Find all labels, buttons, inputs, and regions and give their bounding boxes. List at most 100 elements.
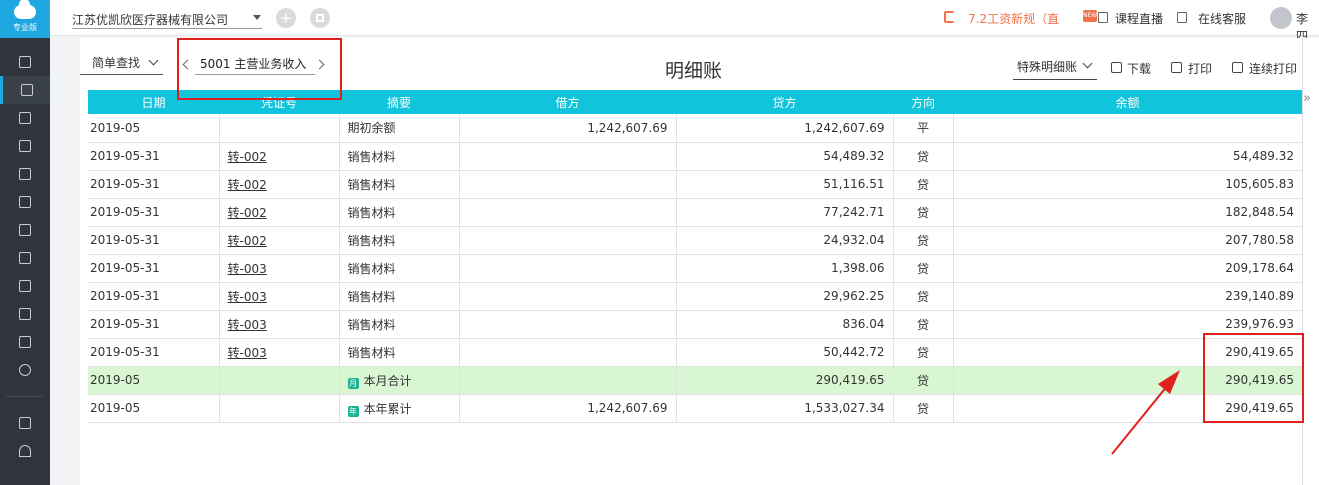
column-header-credit[interactable]: 贷方 [676, 90, 893, 114]
cell-summary: 月本月合计 [339, 366, 460, 395]
nav-export[interactable] [0, 300, 50, 328]
cell-date: 2019-05-31 [88, 226, 220, 255]
expand-chevron-icon[interactable]: » [1303, 92, 1317, 106]
table-row[interactable]: 2019-05-31 转-002 销售材料 77,242.71 贷 182,84… [88, 198, 1302, 227]
year-total-row[interactable]: 2019-05 年本年累计 1,242,607.69 1,533,027.34 … [88, 394, 1302, 423]
table-row[interactable]: 2019-05-31 转-003 销售材料 29,962.25 贷 239,14… [88, 282, 1302, 311]
company-select[interactable]: 江苏优凯欣医疗器械有限公司 [72, 11, 228, 28]
cell-date: 2019-05-31 [88, 198, 220, 227]
simple-search-button[interactable]: 简单查找 [80, 53, 163, 75]
download-icon[interactable] [1111, 62, 1122, 73]
year-tag-icon: 年 [347, 405, 359, 417]
voucher-link[interactable]: 转-003 [228, 318, 267, 332]
voucher-link[interactable]: 转-003 [228, 262, 267, 276]
nav-ledger[interactable] [0, 48, 50, 76]
report-icon [19, 112, 31, 124]
column-header-balance[interactable]: 余额 [953, 90, 1302, 114]
cell-credit: 1,533,027.34 [676, 394, 894, 423]
edition-label: 专业版 [13, 23, 37, 32]
cell-voucher [219, 114, 340, 143]
cell-date: 2019-05-31 [88, 170, 220, 199]
cell-date: 2019-05 [88, 394, 220, 423]
column-header-debit[interactable]: 借方 [459, 90, 676, 114]
cell-date: 2019-05-31 [88, 282, 220, 311]
table-row[interactable]: 2019-05-31 转-003 销售材料 1,398.06 贷 209,178… [88, 254, 1302, 283]
cloud-logo-icon [14, 0, 36, 19]
month-tag-icon: 月 [347, 377, 359, 389]
column-header-direction[interactable]: 方向 [893, 90, 953, 114]
nav-invoice[interactable] [0, 216, 50, 244]
cell-credit: 29,962.25 [676, 282, 894, 311]
nav-book[interactable] [0, 188, 50, 216]
cell-voucher: 转-002 [219, 170, 340, 199]
table-row[interactable]: 2019-05 期初余额 1,242,607.69 1,242,607.69 平 [88, 114, 1302, 143]
cell-voucher [219, 394, 340, 423]
cell-voucher: 转-003 [219, 310, 340, 339]
chevron-down-icon[interactable] [253, 15, 261, 20]
cell-debit: 1,242,607.69 [459, 394, 677, 423]
nav-voucher[interactable] [0, 76, 50, 104]
live-course-link[interactable]: 课程直播 [1115, 10, 1163, 27]
continuous-print-icon[interactable] [1232, 62, 1243, 73]
column-header-summary[interactable]: 摘要 [339, 90, 459, 114]
nav-video[interactable] [0, 409, 50, 437]
table-row[interactable]: 2019-05-31 转-003 销售材料 50,442.72 贷 290,41… [88, 338, 1302, 367]
voucher-link[interactable]: 转-002 [228, 150, 267, 164]
chevron-down-icon [148, 55, 159, 66]
table-row[interactable]: 2019-05-31 转-002 销售材料 54,489.32 贷 54,489… [88, 142, 1302, 171]
download-button[interactable]: 下载 [1127, 60, 1151, 77]
nav-speed[interactable] [0, 437, 50, 465]
online-service-link[interactable]: 在线客服 [1198, 10, 1246, 27]
nav-image[interactable] [0, 244, 50, 272]
cell-credit: 1,398.06 [676, 254, 894, 283]
cell-date: 2019-05-31 [88, 142, 220, 171]
sidebar: 专业版 [0, 0, 50, 485]
cell-direction: 贷 [893, 170, 954, 199]
speaker-icon [944, 11, 954, 23]
check-icon [19, 336, 31, 348]
month-total-row[interactable]: 2019-05 月本月合计 290,419.65 贷 290,419.65 [88, 366, 1302, 395]
cell-date: 2019-05-31 [88, 338, 220, 367]
table-row[interactable]: 2019-05-31 转-003 销售材料 836.04 贷 239,976.9… [88, 310, 1302, 339]
voucher-link[interactable]: 转-003 [228, 290, 267, 304]
cell-voucher: 转-003 [219, 338, 340, 367]
nav-check[interactable] [0, 328, 50, 356]
voucher-link[interactable]: 转-002 [228, 234, 267, 248]
cell-summary: 销售材料 [339, 338, 460, 367]
print-icon[interactable] [1171, 62, 1182, 73]
cell-balance: 207,780.58 [953, 226, 1302, 255]
cell-credit: 51,116.51 [676, 170, 894, 199]
table-row[interactable]: 2019-05-31 转-002 销售材料 51,116.51 贷 105,60… [88, 170, 1302, 199]
cell-summary: 销售材料 [339, 198, 460, 227]
cell-credit: 54,489.32 [676, 142, 894, 171]
cell-summary: 年本年累计 [339, 394, 460, 423]
nav-asset[interactable] [0, 132, 50, 160]
nav-stamp[interactable] [0, 272, 50, 300]
apps-button[interactable] [310, 8, 330, 28]
summary-text: 本年累计 [363, 401, 412, 416]
nav-calendar[interactable] [0, 160, 50, 188]
cell-credit: 290,419.65 [676, 366, 894, 395]
cell-summary: 销售材料 [339, 142, 460, 171]
notice-link[interactable]: 7.2工资新规（直 [968, 10, 1059, 27]
continuous-print-button[interactable]: 连续打印 [1249, 60, 1297, 77]
voucher-link[interactable]: 转-002 [228, 206, 267, 220]
cell-direction: 贷 [893, 282, 954, 311]
nav-settings[interactable] [0, 356, 50, 384]
avatar[interactable] [1270, 7, 1292, 29]
app-logo[interactable]: 专业版 [0, 0, 50, 38]
cell-debit [459, 226, 677, 255]
nav-report[interactable] [0, 104, 50, 132]
stamp-icon [19, 280, 31, 292]
add-company-button[interactable]: + [276, 8, 296, 28]
cell-debit [459, 254, 677, 283]
cell-debit [459, 282, 677, 311]
cell-direction: 贷 [893, 226, 954, 255]
cell-credit: 1,242,607.69 [676, 114, 894, 143]
special-ledger-button[interactable]: 特殊明细账 [1013, 58, 1097, 80]
voucher-link[interactable]: 转-003 [228, 346, 267, 360]
cell-credit: 50,442.72 [676, 338, 894, 367]
print-button[interactable]: 打印 [1188, 60, 1212, 77]
table-row[interactable]: 2019-05-31 转-002 销售材料 24,932.04 贷 207,78… [88, 226, 1302, 255]
voucher-link[interactable]: 转-002 [228, 178, 267, 192]
